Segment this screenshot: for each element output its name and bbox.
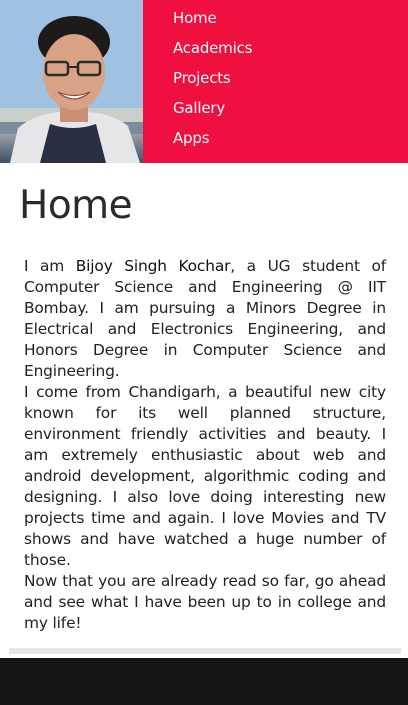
main-nav: Home Academics Projects Gallery Apps — [143, 0, 408, 163]
author-name: Bijoy Singh Kochar — [75, 257, 231, 275]
hometown-paragraph: I come from Chandigarh, a beautiful new … — [24, 383, 386, 569]
closing-paragraph: Now that you are already read so far, go… — [24, 572, 386, 632]
profile-photo — [0, 0, 143, 163]
nav-item-home[interactable]: Home — [173, 8, 217, 28]
intro-suffix: , a UG student of Computer Science and E… — [24, 257, 387, 380]
nav-item-academics[interactable]: Academics — [173, 38, 252, 58]
nav-item-projects[interactable]: Projects — [173, 68, 231, 88]
nav-item-apps[interactable]: Apps — [173, 128, 210, 148]
profile-photo-illustration — [0, 0, 143, 163]
nav-item-gallery[interactable]: Gallery — [173, 98, 225, 118]
intro-prefix: I am — [24, 257, 76, 275]
intro-paragraph: I am Bijoy Singh Kochar, a UG student of… — [24, 256, 386, 382]
site-footer — [0, 658, 408, 705]
site-header: Home Academics Projects Gallery Apps — [0, 0, 408, 163]
content-divider — [9, 648, 401, 654]
page-title: Home — [19, 183, 133, 228]
about-content: I am Bijoy Singh Kochar, a UG student of… — [24, 256, 386, 634]
